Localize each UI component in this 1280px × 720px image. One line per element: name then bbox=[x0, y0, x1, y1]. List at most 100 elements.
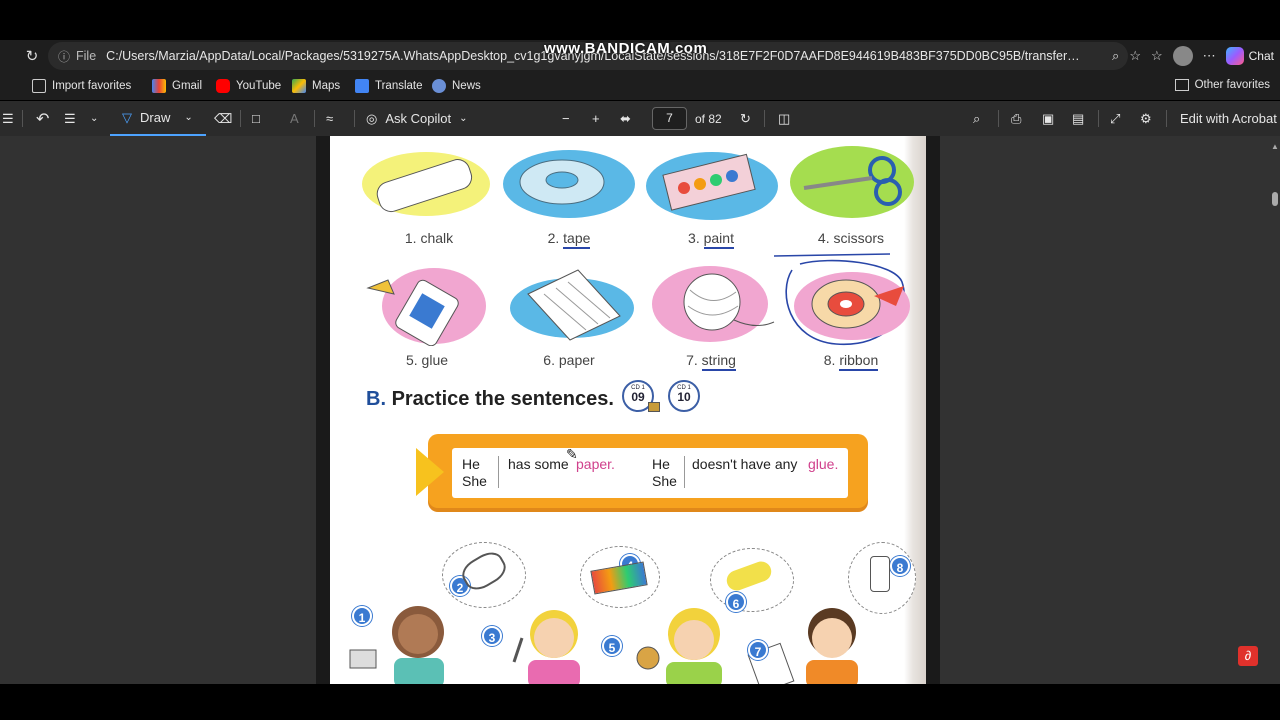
fav-youtube[interactable]: YouTube bbox=[216, 79, 281, 93]
info-icon[interactable]: ⓘ bbox=[58, 48, 70, 65]
edit-with-acrobat-button[interactable]: Edit with Acrobat bbox=[1180, 101, 1277, 136]
refresh-icon[interactable]: ↻ bbox=[18, 42, 46, 70]
copilot-icon bbox=[1225, 47, 1244, 65]
chevron-down-icon[interactable]: ⌄ bbox=[90, 101, 98, 136]
settings-gear-icon[interactable]: ⚙ bbox=[1140, 101, 1152, 136]
text-style-icon: A bbox=[290, 111, 299, 126]
fav-label: Import favorites bbox=[52, 80, 132, 92]
item-label-7: 7. string bbox=[656, 352, 766, 371]
text-box-icon[interactable]: □ bbox=[252, 101, 260, 136]
undo-icon[interactable]: ↶ bbox=[36, 101, 49, 136]
item-number: 8. bbox=[823, 352, 836, 368]
favorite-star-icon[interactable]: ☆ bbox=[1129, 48, 1141, 64]
item-number: 3. bbox=[688, 230, 700, 246]
item-word: paint bbox=[703, 230, 734, 249]
tape-illustration bbox=[503, 150, 635, 218]
scene-number-6: 6 bbox=[726, 592, 746, 612]
chevron-down-icon: ⌄ bbox=[184, 112, 193, 123]
arrow-icon bbox=[416, 448, 444, 496]
folder-icon bbox=[1174, 79, 1189, 91]
fav-import[interactable]: Import favorites bbox=[32, 79, 131, 93]
acrobat-icon[interactable]: ∂ bbox=[1238, 646, 1258, 666]
item-word: scissors bbox=[833, 230, 885, 246]
pen-icon: ▽ bbox=[122, 109, 132, 125]
divider bbox=[22, 110, 23, 127]
fullscreen-icon[interactable]: ⤢ bbox=[1110, 101, 1120, 136]
eraser-icon[interactable]: ⌫ bbox=[214, 101, 232, 136]
youtube-icon bbox=[216, 79, 230, 93]
divider bbox=[1098, 110, 1099, 127]
maps-icon bbox=[292, 79, 306, 93]
zoom-icon[interactable]: ⌕ bbox=[1112, 48, 1119, 64]
item-label-5: 5. glue bbox=[372, 352, 482, 368]
favorites-list-icon[interactable]: ☆ bbox=[1151, 48, 1163, 64]
item-number: 1. bbox=[404, 230, 417, 246]
page-view-icon[interactable]: ◫ bbox=[778, 101, 790, 136]
item-number: 7. bbox=[686, 352, 698, 368]
profile-avatar[interactable] bbox=[1172, 46, 1193, 66]
copilot-chat-button[interactable]: Chat bbox=[1225, 47, 1274, 65]
ask-copilot-button[interactable]: ◎ Ask Copilot ⌄ bbox=[366, 101, 467, 136]
fav-label: News bbox=[452, 80, 481, 92]
search-icon[interactable]: ⌕ bbox=[973, 101, 980, 136]
item-number: 6. bbox=[543, 352, 555, 368]
ribbon-illustration bbox=[794, 272, 910, 340]
item-number: 2. bbox=[547, 230, 560, 246]
object-negative: glue. bbox=[808, 456, 839, 472]
subject-she: She bbox=[462, 473, 487, 489]
pdf-viewer[interactable]: 1. chalk 2. tape 3. paint 4. scissors 5.… bbox=[0, 136, 1280, 684]
item-number: 5. bbox=[405, 352, 418, 368]
divider bbox=[314, 110, 315, 127]
scrollbar-thumb[interactable] bbox=[1272, 192, 1278, 206]
item-word: paper bbox=[558, 352, 595, 368]
item-word: tape bbox=[563, 230, 591, 249]
fav-gmail[interactable]: Gmail bbox=[152, 79, 202, 93]
page-total: of 82 bbox=[695, 111, 722, 126]
translate-icon bbox=[355, 79, 369, 93]
chalk-illustration bbox=[362, 152, 490, 216]
cd-track-badge[interactable]: CD 1 10 bbox=[668, 380, 700, 412]
favorites-bar: Import favorites Gmail YouTube Maps Tran… bbox=[0, 72, 1280, 100]
more-menu-icon[interactable]: ⋯ bbox=[1203, 48, 1216, 64]
glue-illustration bbox=[366, 268, 486, 346]
gmail-icon bbox=[152, 79, 166, 93]
divider bbox=[498, 456, 499, 488]
zoom-in-icon[interactable]: + bbox=[592, 101, 600, 136]
fav-label: YouTube bbox=[236, 80, 282, 92]
save-as-icon[interactable]: ▤ bbox=[1072, 101, 1084, 136]
verb-negative: doesn't have any bbox=[692, 456, 798, 472]
draw-button[interactable]: ▽ Draw ⌄ bbox=[110, 101, 206, 136]
save-icon[interactable]: ▣ bbox=[1042, 101, 1054, 136]
scroll-up-icon[interactable]: ▲ bbox=[1271, 142, 1279, 151]
item-label-6: 6. paper bbox=[514, 352, 624, 368]
pen-cursor-icon: ✎ bbox=[566, 446, 578, 462]
divider bbox=[240, 110, 241, 127]
print-icon[interactable]: ⎙ bbox=[1011, 101, 1021, 136]
fav-label: Maps bbox=[312, 80, 341, 92]
item-label-3: 3. paint bbox=[656, 230, 766, 249]
fit-page-icon[interactable]: ⬌ bbox=[620, 101, 631, 136]
divider bbox=[1166, 110, 1167, 127]
read-aloud-icon[interactable]: ≈ bbox=[326, 101, 333, 136]
section-title: Practice the sentences. bbox=[391, 388, 614, 410]
rotate-icon[interactable]: ↻ bbox=[740, 101, 751, 136]
item-label-4: 4. scissors bbox=[796, 230, 906, 246]
fav-maps[interactable]: Maps bbox=[292, 79, 340, 93]
zoom-out-icon[interactable]: − bbox=[562, 101, 570, 136]
fav-translate[interactable]: Translate bbox=[355, 79, 423, 93]
children-illustration bbox=[349, 606, 858, 684]
glue-icon bbox=[870, 556, 890, 592]
page-number-input[interactable]: 7 bbox=[652, 107, 687, 130]
scene-number-5: 5 bbox=[602, 636, 622, 656]
scissors-illustration bbox=[790, 146, 914, 218]
news-icon bbox=[432, 79, 446, 93]
object-positive: paper. bbox=[576, 456, 615, 472]
highlight-icon[interactable]: ☰ bbox=[64, 101, 76, 136]
contents-icon[interactable]: ☰ bbox=[2, 101, 14, 136]
paper-illustration bbox=[510, 269, 634, 341]
cd-number: 10 bbox=[677, 390, 691, 404]
fav-news[interactable]: News bbox=[432, 79, 481, 93]
other-favorites[interactable]: Other favorites bbox=[1174, 79, 1270, 91]
screen: ↻ ⓘ File C:/Users/Marzia/AppData/Local/P… bbox=[0, 0, 1280, 720]
video-icon bbox=[648, 402, 660, 412]
